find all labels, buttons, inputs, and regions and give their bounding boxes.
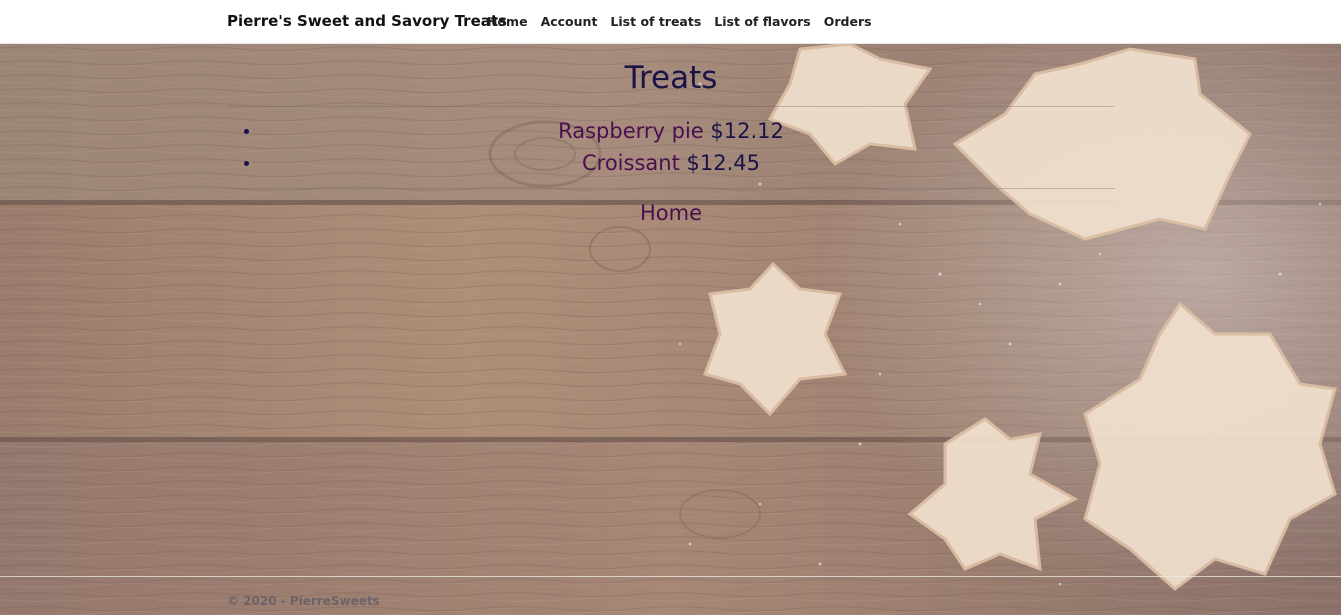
bullet-icon <box>244 161 249 166</box>
treat-link[interactable]: Croissant <box>582 151 680 175</box>
nav-home-link[interactable]: Home <box>487 14 528 29</box>
list-divider <box>227 188 1115 189</box>
nav-flavors-link[interactable]: List of flavors <box>714 14 810 29</box>
top-navbar: Pierre's Sweet and Savory Treats Home Ac… <box>0 0 1341 44</box>
treat-price: $12.12 <box>710 119 784 143</box>
title-divider <box>227 106 1115 107</box>
treat-link[interactable]: Raspberry pie <box>558 119 704 143</box>
main-content: Treats Raspberry pie $12.12 Croissant $1… <box>227 44 1115 225</box>
list-item: Croissant $12.45 <box>227 147 1115 179</box>
treats-list: Raspberry pie $12.12 Croissant $12.45 <box>227 115 1115 179</box>
nav-account-link[interactable]: Account <box>541 14 598 29</box>
bullet-icon <box>244 129 249 134</box>
home-link[interactable]: Home <box>640 201 702 225</box>
nav-orders-link[interactable]: Orders <box>824 14 872 29</box>
brand-link[interactable]: Pierre's Sweet and Savory Treats <box>227 12 507 30</box>
footer: © 2020 - PierreSweets <box>0 576 1341 615</box>
treat-price: $12.45 <box>686 151 760 175</box>
list-item: Raspberry pie $12.12 <box>227 115 1115 147</box>
footer-copyright: © 2020 - PierreSweets <box>227 594 380 608</box>
page-title: Treats <box>624 60 718 96</box>
nav-links: Home Account List of treats List of flav… <box>487 14 872 29</box>
nav-treats-link[interactable]: List of treats <box>610 14 701 29</box>
